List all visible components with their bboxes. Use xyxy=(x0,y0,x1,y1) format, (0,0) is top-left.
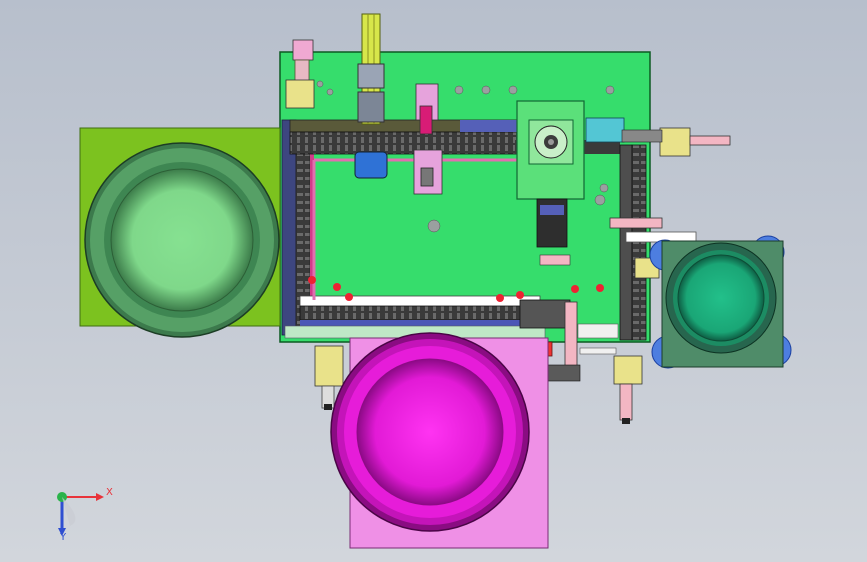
bottom-rail[interactable] xyxy=(284,295,546,339)
top-cylinder-assembly[interactable] xyxy=(354,13,388,179)
x-axis-label: X xyxy=(106,487,113,498)
pink-feeder-bowl[interactable] xyxy=(330,332,549,549)
right-feeder-bowl[interactable] xyxy=(649,235,792,369)
cad-viewport[interactable]: X Y xyxy=(0,0,867,562)
rotary-index-block[interactable] xyxy=(516,100,585,200)
right-lower-cylinder[interactable] xyxy=(613,355,643,424)
assembly-drawing[interactable] xyxy=(0,0,867,562)
y-axis-label: Y xyxy=(60,532,67,543)
coordinate-triad xyxy=(57,492,104,536)
left-feeder-bowl[interactable] xyxy=(79,127,281,338)
right-vertical-conveyor[interactable] xyxy=(619,144,647,341)
